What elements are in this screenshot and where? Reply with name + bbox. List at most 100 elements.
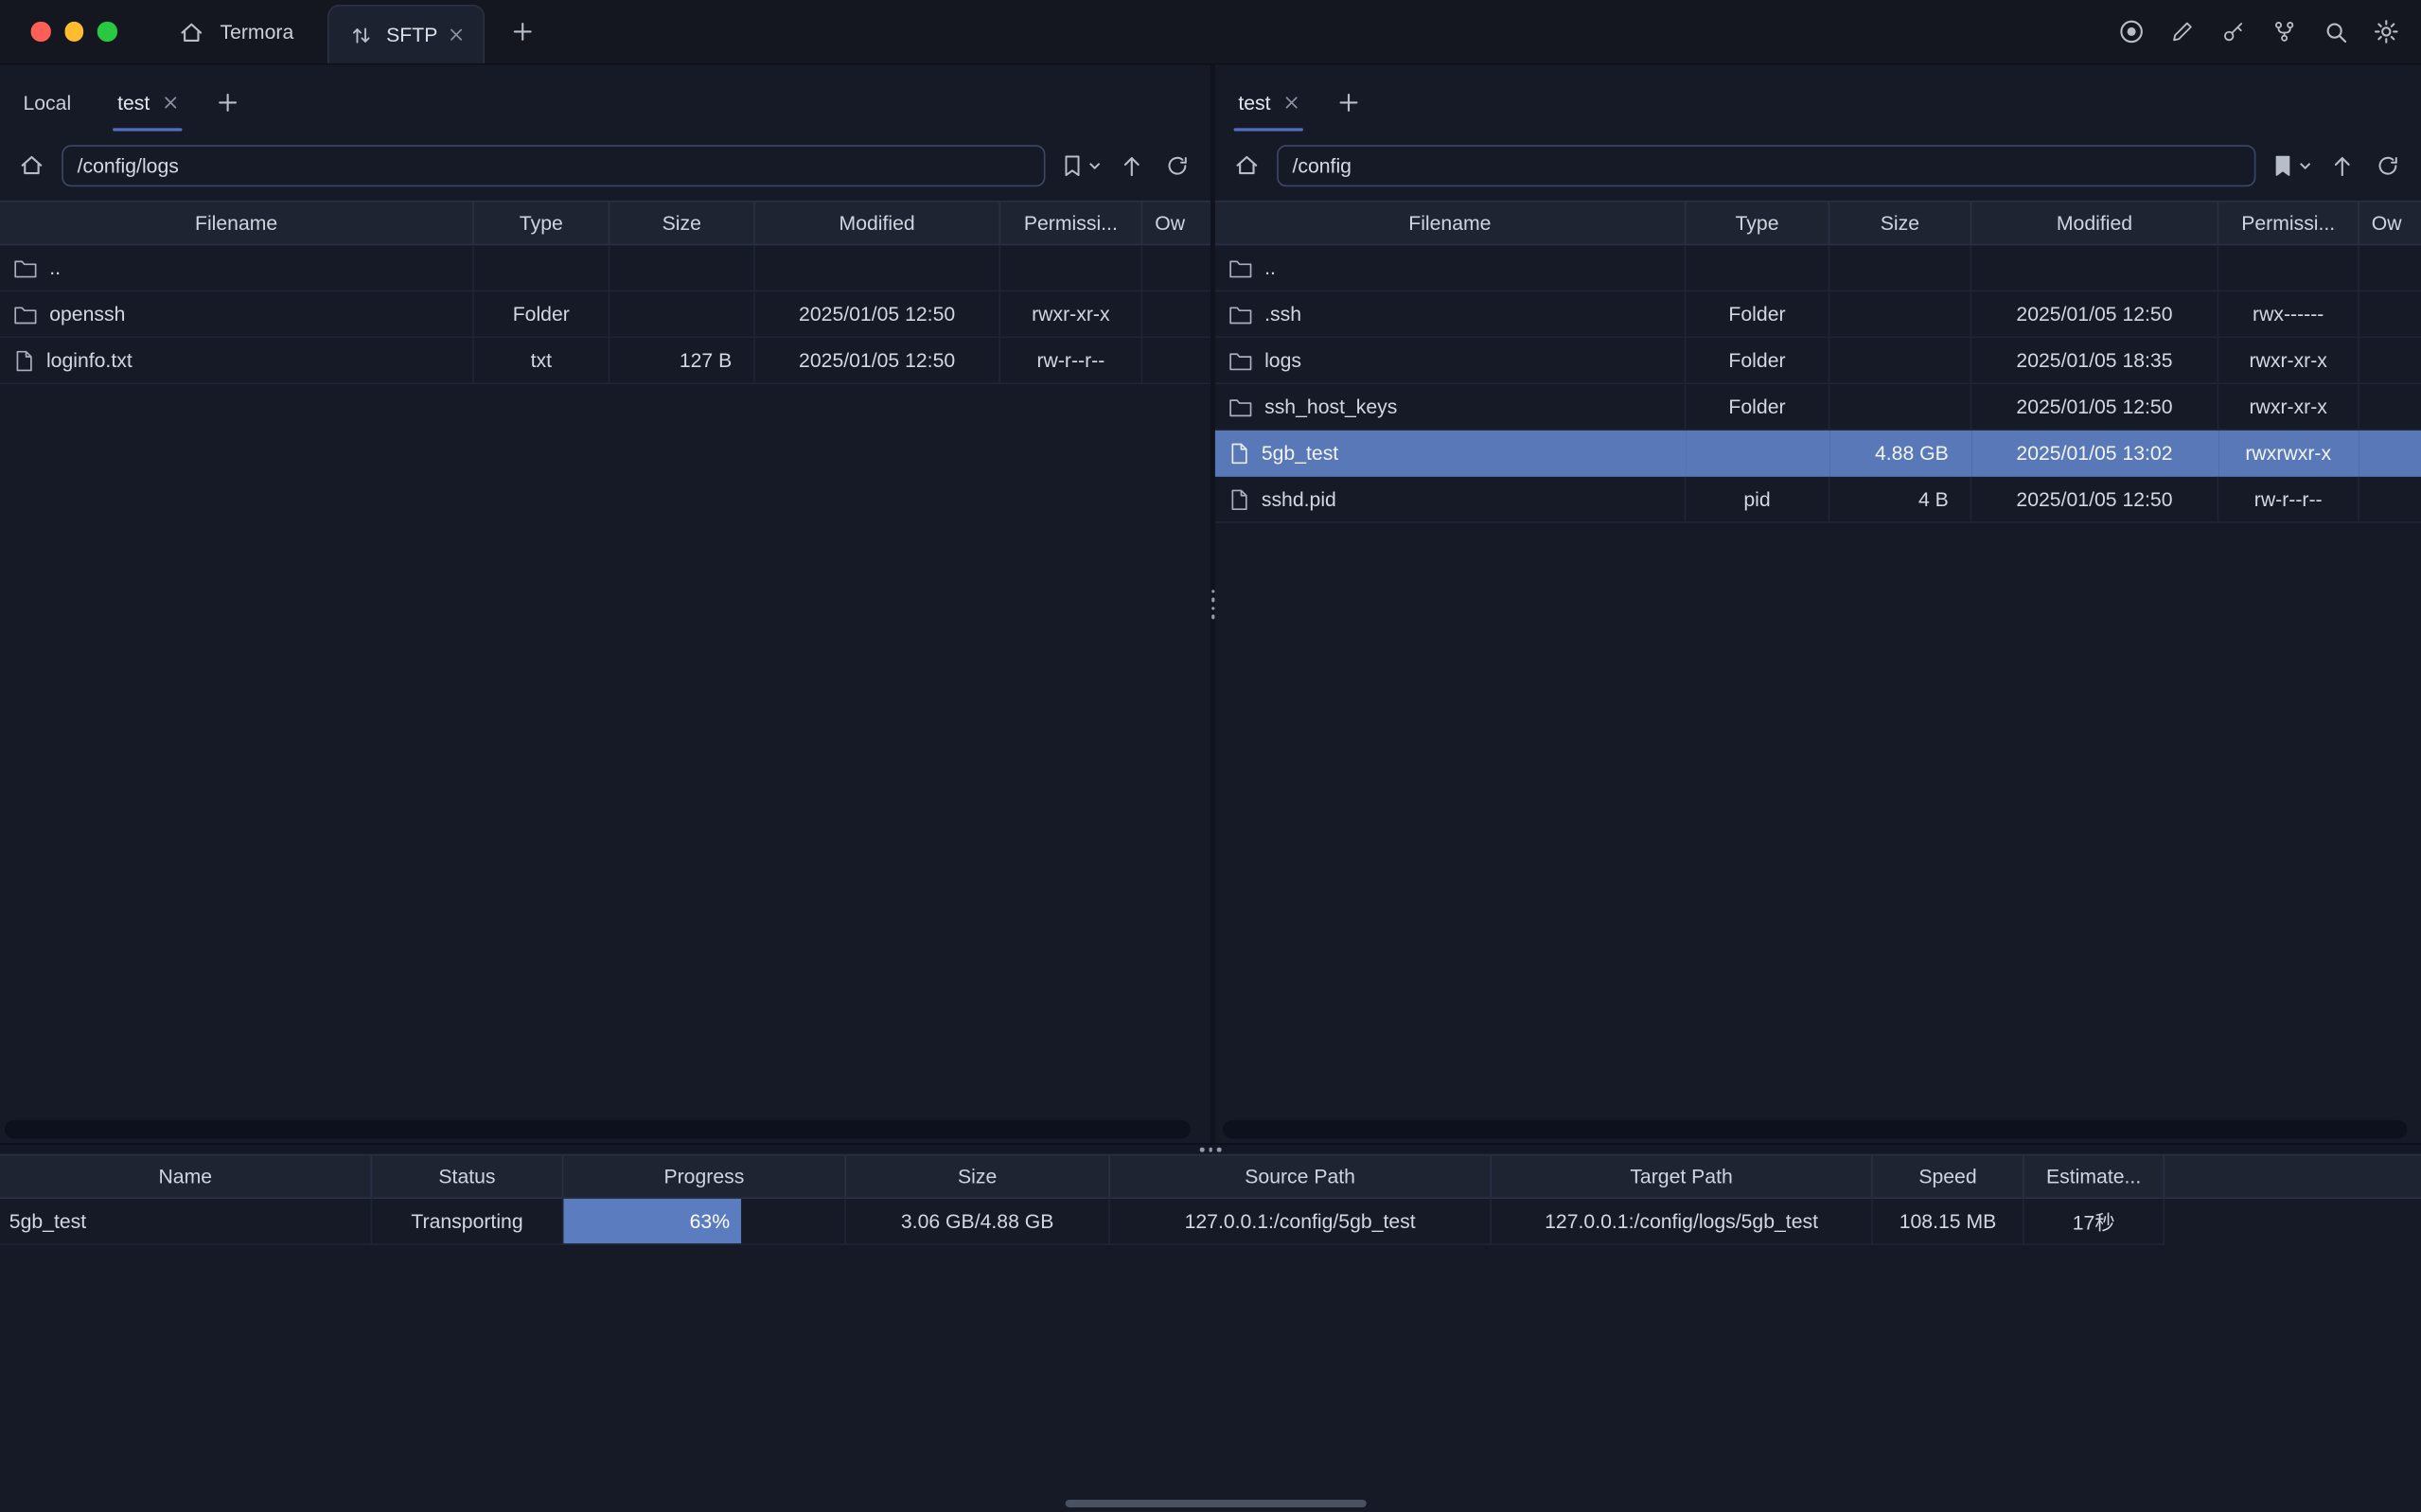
column-header-source-path[interactable]: Source Path xyxy=(1110,1155,1492,1197)
branch-icon[interactable] xyxy=(2268,15,2300,47)
column-header-speed[interactable]: Speed xyxy=(1873,1155,2024,1197)
new-tab-button[interactable] xyxy=(512,20,535,43)
column-header-filename[interactable]: Filename xyxy=(0,202,474,244)
column-header-type[interactable]: Type xyxy=(474,202,610,244)
file-row[interactable]: loginfo.txt txt 127 B 2025/01/05 12:50 r… xyxy=(0,338,1210,384)
owner-cell xyxy=(1142,291,1210,338)
size-cell: 4 B xyxy=(1829,477,1971,523)
column-header-filler xyxy=(2165,1155,2421,1197)
filename-cell: ssh_host_keys xyxy=(1215,384,1687,431)
owner-cell xyxy=(2359,245,2421,291)
column-header-modified[interactable]: Modified xyxy=(1971,202,2218,244)
right-tab-test-label: test xyxy=(1238,90,1270,113)
left-new-tab-button[interactable] xyxy=(216,90,239,113)
column-header-owner[interactable]: Ow xyxy=(2359,202,2421,244)
filename-text: .. xyxy=(1264,256,1276,279)
close-tab-icon[interactable] xyxy=(1284,95,1299,109)
left-bookmark-group xyxy=(1059,149,1101,181)
home-icon[interactable] xyxy=(1230,149,1263,181)
close-window-button[interactable] xyxy=(31,22,50,41)
close-tab-icon[interactable] xyxy=(164,95,178,109)
right-file-pane: test xyxy=(1215,64,2421,1143)
file-row[interactable]: openssh Folder 2025/01/05 12:50 rwxr-xr-… xyxy=(0,291,1210,338)
close-tab-icon[interactable] xyxy=(450,27,464,42)
up-directory-icon[interactable] xyxy=(1115,149,1147,181)
owner-cell xyxy=(1142,245,1210,291)
type-cell: txt xyxy=(474,338,610,384)
transfers-horizontal-scrollbar[interactable] xyxy=(1066,1500,1367,1507)
refresh-icon[interactable] xyxy=(1161,149,1193,181)
owner-cell xyxy=(2359,338,2421,384)
column-header-status[interactable]: Status xyxy=(372,1155,563,1197)
type-cell xyxy=(1686,245,1829,291)
permissions-cell: rwxr-xr-x xyxy=(2218,338,2359,384)
column-header-name[interactable]: Name xyxy=(0,1155,372,1197)
tab-termora[interactable]: Termora xyxy=(148,0,327,63)
minimize-window-button[interactable] xyxy=(64,22,83,41)
left-tab-local[interactable]: Local xyxy=(0,64,95,138)
filename-text: logs xyxy=(1264,349,1301,372)
bookmark-icon[interactable] xyxy=(1059,149,1084,181)
owner-cell xyxy=(2359,384,2421,431)
column-header-filename[interactable]: Filename xyxy=(1215,202,1687,244)
divider-grip-icon xyxy=(1200,1148,1221,1152)
type-cell: pid xyxy=(1686,477,1829,523)
file-row[interactable]: .. xyxy=(1215,245,2421,291)
column-header-size[interactable]: Size xyxy=(1829,202,1971,244)
transfer-row[interactable]: 5gb_test Transporting 63% 3.06 GB/4.88 G… xyxy=(0,1199,2421,1245)
column-header-permissions[interactable]: Permissi... xyxy=(2218,202,2359,244)
transfers-header: Name Status Progress Size Source Path Ta… xyxy=(0,1154,2421,1199)
column-header-modified[interactable]: Modified xyxy=(755,202,1000,244)
titlebar: Termora SFTP xyxy=(0,0,2421,64)
column-header-type[interactable]: Type xyxy=(1686,202,1829,244)
file-row[interactable]: .ssh Folder 2025/01/05 12:50 rwx------ xyxy=(1215,291,2421,338)
right-horizontal-scrollbar[interactable] xyxy=(1223,1120,2407,1139)
right-new-tab-button[interactable] xyxy=(1337,90,1360,113)
left-path-input[interactable] xyxy=(62,144,1045,185)
right-table-header: Filename Type Size Modified Permissi... … xyxy=(1215,201,2421,245)
column-header-target-path[interactable]: Target Path xyxy=(1492,1155,1873,1197)
right-path-input[interactable] xyxy=(1277,144,2255,185)
transfer-progress-cell: 63% xyxy=(563,1199,846,1245)
modified-cell: 2025/01/05 12:50 xyxy=(1971,384,2218,431)
column-header-estimate[interactable]: Estimate... xyxy=(2024,1155,2165,1197)
edit-icon[interactable] xyxy=(2166,15,2199,47)
file-row-selected[interactable]: 5gb_test 4.88 GB 2025/01/05 13:02 rwxrwx… xyxy=(1215,431,2421,477)
filename-text: ssh_host_keys xyxy=(1264,395,1397,417)
column-header-owner[interactable]: Ow xyxy=(1142,202,1210,244)
file-row[interactable]: ssh_host_keys Folder 2025/01/05 12:50 rw… xyxy=(1215,384,2421,431)
record-icon[interactable] xyxy=(2115,15,2147,47)
file-row[interactable]: sshd.pid pid 4 B 2025/01/05 12:50 rw-r--… xyxy=(1215,477,2421,523)
column-header-progress[interactable]: Progress xyxy=(563,1155,846,1197)
file-row[interactable]: logs Folder 2025/01/05 18:35 rwxr-xr-x xyxy=(1215,338,2421,384)
column-header-permissions[interactable]: Permissi... xyxy=(1000,202,1142,244)
size-cell xyxy=(610,245,754,291)
left-tab-test[interactable]: test xyxy=(95,64,202,138)
left-horizontal-scrollbar[interactable] xyxy=(5,1120,1191,1139)
bookmark-filled-icon[interactable] xyxy=(2270,149,2294,181)
search-icon[interactable] xyxy=(2319,15,2351,47)
size-cell xyxy=(1829,338,1971,384)
up-directory-icon[interactable] xyxy=(2325,149,2358,181)
column-header-size[interactable]: Size xyxy=(610,202,754,244)
permissions-cell xyxy=(2218,245,2359,291)
zoom-window-button[interactable] xyxy=(97,22,116,41)
chevron-down-icon[interactable] xyxy=(1088,161,1101,168)
permissions-cell: rwxr-xr-x xyxy=(1000,291,1142,338)
home-icon[interactable] xyxy=(15,149,47,181)
refresh-icon[interactable] xyxy=(2372,149,2404,181)
filename-cell: logs xyxy=(1215,338,1687,384)
key-icon[interactable] xyxy=(2218,15,2250,47)
transfers-divider[interactable] xyxy=(0,1143,2421,1153)
right-tab-test[interactable]: test xyxy=(1215,64,1322,138)
settings-gear-icon[interactable] xyxy=(2370,15,2402,47)
permissions-cell: rwx------ xyxy=(2218,291,2359,338)
tab-sftp[interactable]: SFTP xyxy=(327,5,486,63)
right-toolbar xyxy=(1215,139,2421,201)
file-row[interactable]: .. xyxy=(0,245,1210,291)
chevron-down-icon[interactable] xyxy=(2299,161,2311,168)
folder-icon xyxy=(14,303,37,325)
column-header-size[interactable]: Size xyxy=(846,1155,1110,1197)
filename-cell: openssh xyxy=(0,291,474,338)
right-bookmark-group xyxy=(2270,149,2311,181)
